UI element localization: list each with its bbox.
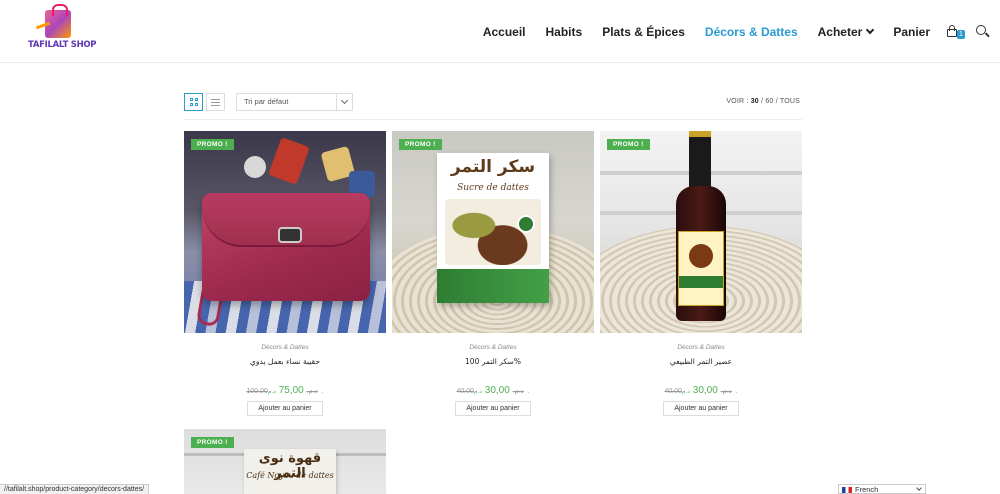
flag-fr-icon bbox=[842, 487, 852, 493]
chevron-down-icon bbox=[336, 94, 352, 110]
promo-badge: PROMO ! bbox=[191, 139, 234, 150]
cart-count-badge: 1 bbox=[957, 29, 965, 39]
nav-item-habits[interactable]: Habits bbox=[546, 25, 583, 39]
view-option-60[interactable]: 60 bbox=[765, 98, 773, 105]
promo-badge: PROMO ! bbox=[191, 437, 234, 448]
nav-item-acheter[interactable]: Acheter bbox=[817, 24, 875, 39]
view-option-tous[interactable]: TOUS bbox=[780, 98, 800, 105]
site-header: TAFILALT SHOP Accueil Habits Plats & Épi… bbox=[0, 0, 1000, 63]
chevron-down-icon bbox=[916, 485, 922, 491]
product-card: قهوة نوى التمر Café Noyau de dattes PROM… bbox=[184, 429, 386, 494]
view-label: VOIR : bbox=[726, 98, 749, 105]
product-card: سكر التمر Sucre de dattes PROMO ! Décors… bbox=[392, 131, 594, 416]
search-button[interactable] bbox=[976, 24, 990, 39]
product-image[interactable]: سكر التمر Sucre de dattes PROMO ! bbox=[392, 131, 594, 333]
product-card: PROMO ! Décors & Dattes عصير التمر الطبي… bbox=[600, 131, 802, 416]
product-title[interactable]: عصير التمر الطبيعي bbox=[600, 357, 802, 366]
product-title[interactable]: حقيبة نساء بعمل يدوي bbox=[184, 357, 386, 366]
product-category[interactable]: Décors & Dattes bbox=[600, 344, 802, 351]
product-image[interactable]: PROMO ! bbox=[600, 131, 802, 333]
product-category[interactable]: Décors & Dattes bbox=[392, 344, 594, 351]
cart-button[interactable]: 1 bbox=[946, 24, 965, 39]
product-title[interactable]: سكر التمر 100% bbox=[392, 357, 594, 366]
product-price: 40,00 د.م. 30,00 د.م. bbox=[392, 385, 594, 396]
logo-text: TAFILALT SHOP bbox=[28, 40, 97, 50]
add-to-cart-button[interactable]: Ajouter au panier bbox=[663, 401, 739, 416]
product-image[interactable]: PROMO ! bbox=[184, 131, 386, 333]
product-card: PROMO ! Décors & Dattes حقيبة نساء بعمل … bbox=[184, 131, 386, 416]
product-price: 40,00 د.م. 30,00 د.م. bbox=[600, 385, 802, 396]
add-to-cart-button[interactable]: Ajouter au panier bbox=[455, 401, 531, 416]
sale-price: 75,00 bbox=[278, 385, 304, 396]
site-logo[interactable]: TAFILALT SHOP bbox=[28, 4, 97, 54]
grid-view-button[interactable] bbox=[184, 93, 203, 111]
main-nav: Accueil Habits Plats & Épices Décors & D… bbox=[473, 0, 1000, 63]
nav-item-decors-dattes[interactable]: Décors & Dattes bbox=[705, 25, 798, 39]
grid-icon bbox=[189, 98, 198, 106]
sort-select[interactable]: Tri par défaut bbox=[236, 93, 353, 111]
nav-item-acheter-label: Acheter bbox=[817, 24, 863, 39]
product-price: 100,00 د.م. 75,00 د.م. bbox=[184, 385, 386, 396]
chevron-down-icon bbox=[866, 25, 875, 35]
image-label-arabic: سكر التمر bbox=[450, 157, 536, 177]
sort-select-value: Tri par défaut bbox=[244, 97, 289, 106]
browser-status-bar: //tafilalt.shop/product-category/decors-… bbox=[0, 484, 150, 494]
add-to-cart-button[interactable]: Ajouter au panier bbox=[247, 401, 323, 416]
promo-badge: PROMO ! bbox=[607, 139, 650, 150]
product-category[interactable]: Décors & Dattes bbox=[184, 344, 386, 351]
shop-toolbar: Tri par défaut VOIR : 30 / 60 / TOUS bbox=[184, 90, 802, 120]
nav-item-plats-epices[interactable]: Plats & Épices bbox=[602, 25, 685, 39]
language-label: French bbox=[855, 485, 879, 494]
products-per-page: VOIR : 30 / 60 / TOUS bbox=[726, 98, 800, 105]
list-view-button[interactable] bbox=[206, 93, 225, 111]
image-label-french: Café Noyau de dattes bbox=[246, 471, 334, 480]
sale-price: 30,00 bbox=[484, 385, 510, 396]
image-label-french: Sucre de dattes bbox=[457, 183, 529, 193]
sale-price: 30,00 bbox=[692, 385, 718, 396]
nav-item-panier[interactable]: Panier bbox=[893, 25, 930, 39]
list-icon bbox=[211, 98, 220, 106]
nav-item-accueil[interactable]: Accueil bbox=[483, 25, 526, 39]
view-option-30[interactable]: 30 bbox=[751, 98, 759, 105]
product-image[interactable]: قهوة نوى التمر Café Noyau de dattes PROM… bbox=[184, 429, 386, 494]
promo-badge: PROMO ! bbox=[399, 139, 442, 150]
language-switcher[interactable]: French bbox=[838, 484, 926, 494]
